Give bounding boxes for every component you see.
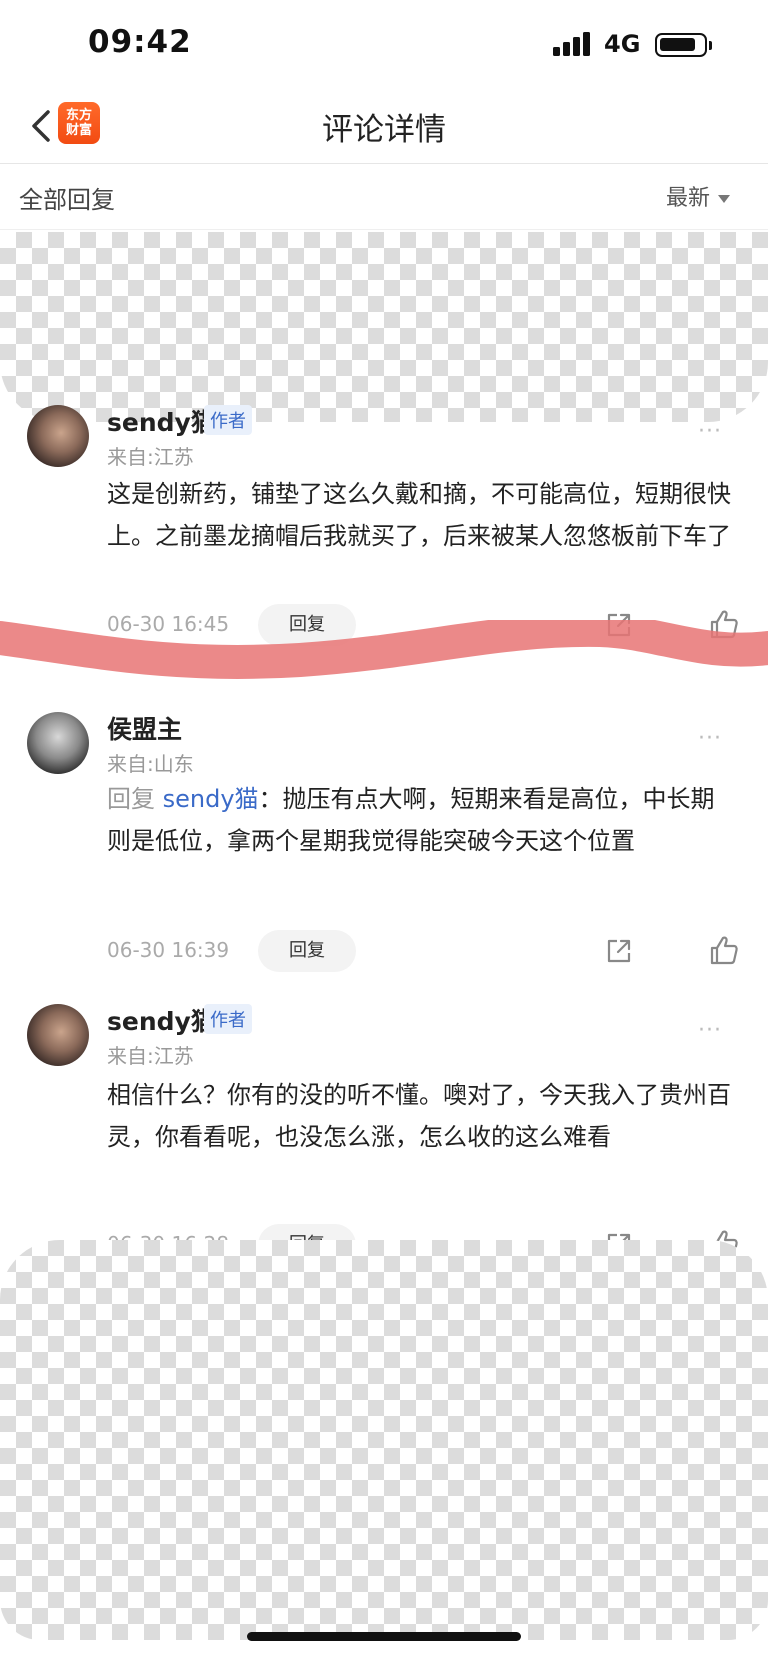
more-icon[interactable]: ··· [698, 1018, 722, 1043]
reply-to-user-link[interactable]: sendy猫 [163, 785, 259, 813]
reply-button[interactable]: 回复 [258, 930, 356, 972]
comment-meta: 06-30 16:45 回复 [0, 604, 768, 646]
avatar[interactable] [27, 1004, 89, 1066]
timestamp: 06-30 16:39 [107, 938, 230, 962]
comment-item: sendy猫 作者 来自:江苏 ··· 这是创新药，铺垫了这么久戴和摘，不可能高… [0, 403, 768, 646]
comment-item: sendy猫 作者 来自:江苏 ··· 相信什么？你有的没的听不懂。噢对了，今天… [0, 1002, 768, 1266]
comment-meta: 06-30 16:39 回复 [0, 930, 768, 972]
location: 来自:江苏 [107, 1044, 194, 1068]
network-type: 4G [604, 30, 641, 58]
status-time: 09:42 [88, 24, 192, 60]
status-bar: 09:42 4G [0, 0, 768, 90]
avatar[interactable] [27, 405, 89, 467]
sort-dropdown-label: 最新 [666, 186, 711, 211]
cellular-signal-icon [553, 32, 591, 56]
redacted-region [0, 1240, 768, 1640]
thumbs-up-icon[interactable] [709, 934, 739, 966]
username[interactable]: sendy猫 [107, 403, 216, 439]
comment-text: 这是创新药，铺垫了这么久戴和摘，不可能高位，短期很快上。之前墨龙摘帽后我就买了，… [107, 480, 731, 550]
location: 来自:山东 [107, 752, 194, 776]
battery-cap [709, 41, 712, 50]
battery-icon [655, 33, 707, 57]
comment-text: 相信什么？你有的没的听不懂。噢对了，今天我入了贵州百灵，你看看呢，也没怎么涨，怎… [107, 1081, 731, 1151]
home-indicator[interactable] [247, 1632, 521, 1641]
more-icon[interactable]: ··· [698, 419, 722, 444]
share-icon[interactable] [604, 936, 634, 966]
comment-item: 侯盟主 来自:山东 ··· 回复 sendy猫：抛压有点大啊，短期来看是高位，中… [0, 710, 768, 972]
page-title: 评论详情 [322, 112, 446, 148]
all-replies-label: 全部回复 [19, 186, 115, 214]
more-icon[interactable]: ··· [698, 726, 722, 751]
redacted-region [0, 232, 768, 422]
location: 来自:江苏 [107, 445, 194, 469]
sort-dropdown[interactable]: 最新 [666, 180, 731, 212]
author-badge: 作者 [204, 1004, 252, 1034]
nav-bar: 东方财富 评论详情 [0, 90, 768, 164]
author-badge: 作者 [204, 405, 252, 435]
reply-prefix: 回复 [107, 785, 155, 813]
username[interactable]: 侯盟主 [107, 710, 182, 746]
caret-down-icon [718, 195, 731, 203]
filter-bar: 全部回复 最新 [0, 164, 768, 230]
reply-button[interactable]: 回复 [258, 604, 356, 646]
timestamp: 06-30 16:45 [107, 612, 230, 636]
share-icon[interactable] [604, 610, 634, 640]
avatar[interactable] [27, 712, 89, 774]
comment-text: 回复 sendy猫：抛压有点大啊，短期来看是高位，中长期则是低位，拿两个星期我觉… [107, 778, 737, 862]
thumbs-up-icon[interactable] [709, 608, 739, 640]
username[interactable]: sendy猫 [107, 1002, 216, 1038]
